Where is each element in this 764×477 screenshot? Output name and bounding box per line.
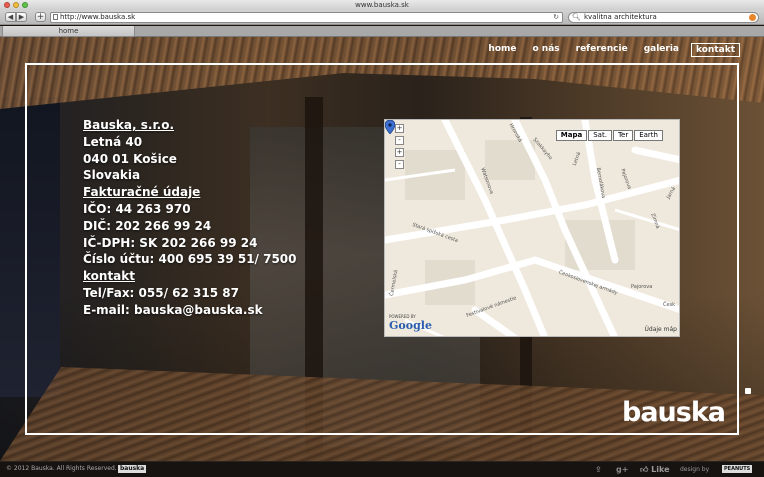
thumbs-up-icon: 👍︎	[640, 465, 649, 474]
dic-value: DIČ: 202 266 99 24	[83, 218, 212, 233]
nav-referencie[interactable]: referencie	[568, 43, 636, 57]
google-plus-button[interactable]: g+	[616, 465, 628, 474]
search-clear-icon[interactable]	[749, 14, 756, 21]
site-footer: © 2012 Bauska. All Rights Reserved. baus…	[0, 461, 764, 477]
tab-bar: home	[0, 26, 764, 37]
facebook-like-button[interactable]: 👍︎ Like	[640, 465, 670, 475]
ic-dph-value: IČ-DPH: SK 202 266 99 24	[83, 235, 258, 250]
copyright: © 2012 Bauska. All Rights Reserved.	[6, 465, 117, 472]
map-type-earth[interactable]: Earth	[634, 130, 663, 141]
map-zoom-in-button[interactable]: +	[395, 148, 404, 157]
page-icon	[53, 14, 58, 20]
account-number: Číslo účtu: 400 695 39 51/ 7500	[83, 252, 297, 267]
ico-value: IČO: 44 263 970	[83, 201, 191, 216]
forward-arrow-icon: ▶	[18, 13, 25, 21]
like-label: Like	[651, 465, 670, 474]
map-type-ter[interactable]: Ter	[612, 130, 634, 141]
nav-kontakt[interactable]: kontakt	[691, 43, 740, 57]
map-zoom-out-button[interactable]: -	[395, 160, 404, 169]
search-field[interactable]: 🔍︎ kvalitna architektura	[568, 12, 759, 23]
plus-icon: +	[36, 12, 45, 22]
search-query: kvalitna architektura	[584, 13, 657, 21]
address-street: Letná 40	[83, 134, 143, 149]
street-label: Pajorova	[631, 284, 653, 290]
minimize-window-button[interactable]	[13, 2, 19, 8]
forward-button[interactable]: ▶	[16, 12, 27, 22]
street-label: Česk	[663, 302, 676, 308]
map-type-switcher: Mapa Sat. Ter Earth	[555, 130, 663, 141]
url-text: http://www.bauska.sk	[60, 13, 136, 21]
map-zoom-in-button[interactable]: +	[395, 124, 404, 133]
browser-title-bar: www.bauska.sk	[0, 0, 764, 10]
nav-home[interactable]: home	[480, 43, 524, 57]
design-by-label: design by	[680, 466, 710, 473]
google-map[interactable]: Hronská Szakkayho Letná Watsonova Jarná …	[384, 119, 680, 337]
tel-fax: Tel/Fax: 055/ 62 315 87	[83, 285, 239, 300]
tab-home[interactable]: home	[2, 26, 135, 37]
zoom-window-button[interactable]	[22, 2, 28, 8]
contact-info: Bauska, s.r.o. Letná 40 040 01 Košice Sl…	[83, 117, 297, 319]
page-content: home o nás referencie galeria kontakt Ba…	[0, 37, 764, 461]
contact-heading: kontakt	[83, 269, 135, 284]
back-arrow-icon: ◀	[7, 13, 14, 21]
address-country: Slovakia	[83, 168, 141, 183]
address-city: 040 01 Košice	[83, 151, 177, 166]
search-icon: 🔍︎	[572, 13, 581, 21]
window-title: www.bauska.sk	[355, 1, 409, 9]
address-bar[interactable]: http://www.bauska.sk ↻	[50, 12, 563, 23]
browser-toolbar: ◀ ▶ + http://www.bauska.sk ↻ 🔍︎ kvalitna…	[0, 10, 764, 25]
add-bookmark-button[interactable]: +	[35, 12, 46, 22]
back-button[interactable]: ◀	[5, 12, 16, 22]
google-logo[interactable]: Google	[389, 319, 432, 332]
tab-label: home	[58, 27, 79, 35]
designer-logo[interactable]: PEANUTS	[722, 465, 753, 473]
map-zoom-controls: + - + -	[395, 124, 404, 172]
close-window-button[interactable]	[4, 2, 10, 8]
company-name: Bauska, s.r.o.	[83, 118, 175, 132]
logo-dot	[745, 388, 751, 394]
bauska-logo[interactable]: bauska	[622, 397, 726, 429]
reload-icon[interactable]: ↻	[553, 13, 559, 22]
map-data-link[interactable]: Údaje máp	[645, 326, 677, 333]
map-type-mapa[interactable]: Mapa	[555, 130, 588, 141]
footer-logo[interactable]: bauska	[118, 465, 147, 473]
main-navigation: home o nás referencie galeria kontakt	[480, 43, 740, 57]
billing-heading: Fakturačné údaje	[83, 185, 201, 200]
share-icon[interactable]: ⇪	[595, 465, 602, 474]
map-zoom-out-button[interactable]: -	[395, 136, 404, 145]
nav-galeria[interactable]: galeria	[636, 43, 687, 57]
map-marker-icon[interactable]	[385, 120, 395, 134]
email-link[interactable]: E-mail: bauska@bauska.sk	[83, 302, 297, 319]
nav-o-nas[interactable]: o nás	[524, 43, 567, 57]
map-type-sat[interactable]: Sat.	[588, 130, 612, 141]
